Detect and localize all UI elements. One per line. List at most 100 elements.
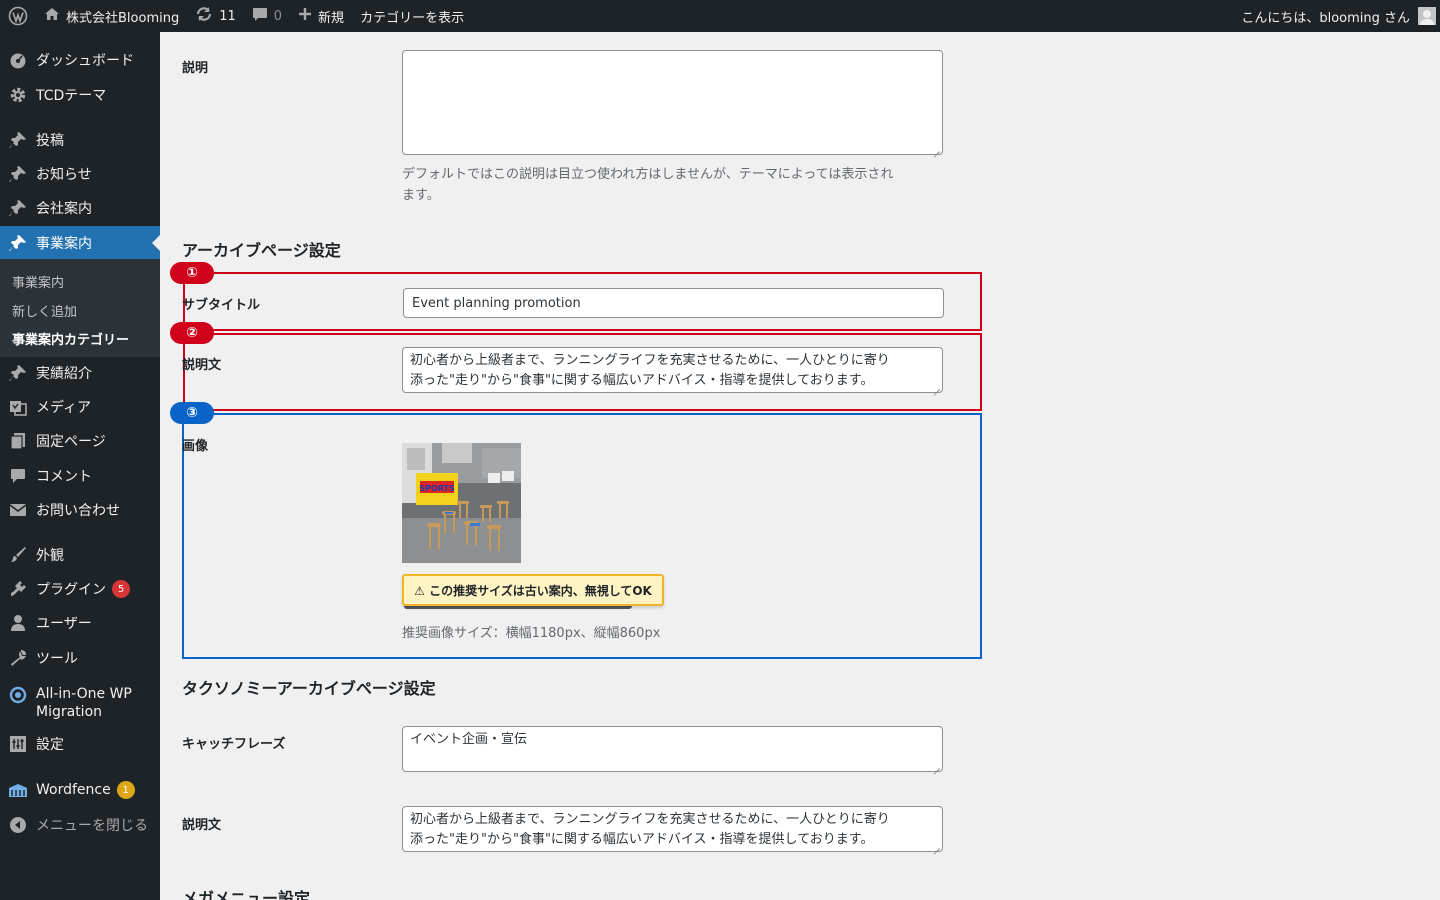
sidebar-item-users[interactable]: ユーザー: [0, 607, 160, 639]
my-account[interactable]: こんにちは、blooming さん: [1241, 0, 1440, 32]
comment-icon: [8, 466, 28, 486]
pin-icon: [8, 233, 28, 253]
new-label: 新規: [318, 10, 345, 26]
sidebar-item-label: ダッシュボード: [36, 53, 134, 69]
sidebar-item-company[interactable]: 会社案内: [0, 192, 160, 224]
business-submenu: 事業案内 新しく追加 事業案内カテゴリー: [0, 259, 160, 357]
wordfence-icon: [8, 780, 28, 800]
description-help-line-1: デフォルトではこの説明は目立つ使われ方はしませんが、テーマによっては表示され: [402, 167, 894, 182]
sidebar-item-tcd-theme[interactable]: TCDテーマ: [0, 79, 160, 111]
subtitle-label: サブタイトル: [182, 298, 261, 313]
sidebar-item-wordfence[interactable]: Wordfence 1: [0, 774, 160, 806]
submenu-item-business-category[interactable]: 事業案内カテゴリー: [12, 329, 129, 348]
view-category-label: カテゴリーを表示: [360, 10, 465, 26]
wrench-icon: [8, 648, 28, 668]
sidebar-item-label: メニューを閉じる: [36, 818, 148, 834]
sidebar-item-label: お問い合わせ: [36, 503, 120, 519]
wordfence-notice-badge: 1: [116, 781, 135, 799]
plus-icon: [298, 7, 312, 25]
sidebar-item-label: 事業案内: [36, 236, 92, 252]
annotation-marker-1: ①: [170, 262, 214, 284]
sidebar-item-label: 投稿: [36, 133, 64, 149]
sidebar-item-posts[interactable]: 投稿: [0, 124, 160, 156]
sidebar-item-label: 実績紹介: [36, 366, 92, 382]
wordpress-logo-icon[interactable]: [0, 0, 36, 32]
annotation-marker-3: ③: [170, 402, 214, 424]
archive-description-line-1: 初心者から上級者まで、ランニングライフを充実させるために、一人ひとりに寄り: [410, 353, 890, 368]
image-label: 画像: [182, 439, 209, 454]
sidebar-item-contact[interactable]: お問い合わせ: [0, 494, 160, 526]
archive-description-textarea[interactable]: 初心者から上級者まで、ランニングライフを充実させるために、一人ひとりに寄り 添っ…: [402, 347, 943, 393]
sidebar-item-label: 設定: [36, 737, 64, 753]
resize-grip-icon[interactable]: [932, 144, 940, 152]
site-name-link[interactable]: 株式会社Blooming: [36, 0, 187, 32]
view-category-link[interactable]: カテゴリーを表示: [352, 0, 472, 32]
subtitle-input[interactable]: Event planning promotion: [403, 288, 944, 318]
dashboard-icon: [8, 50, 28, 70]
mega-menu-section-title: メガメニュー設定: [182, 889, 311, 900]
catchphrase-textarea[interactable]: イベント企画・宣伝: [402, 726, 943, 772]
sidebar-item-label: All-in-One WP Migration: [36, 686, 132, 720]
sidebar-item-works[interactable]: 実績紹介: [0, 357, 160, 389]
taxonomy-section-title: タクソノミーアーカイブページ設定: [182, 679, 436, 698]
sidebar-item-plugins[interactable]: プラグイン 5: [0, 573, 160, 605]
admin-sidebar: ダッシュボード TCDテーマ 投稿 お知らせ 会社案内 事業案内 事業案内 新し…: [0, 32, 160, 900]
catchphrase-label: キャッチフレーズ: [182, 737, 286, 752]
sidebar-item-label: ユーザー: [36, 616, 92, 632]
sidebar-item-all-in-one-wp-migration[interactable]: All-in-One WP Migration: [0, 682, 160, 724]
sidebar-item-appearance[interactable]: 外観: [0, 539, 160, 571]
size-warning-callout: ⚠ この推奨サイズは古い案内、無視してOK: [402, 574, 664, 606]
sidebar-item-news[interactable]: お知らせ: [0, 158, 160, 190]
updates-count: 11: [219, 8, 236, 24]
description-help-line-2: ます。: [402, 188, 440, 203]
taxonomy-description-line-1: 初心者から上級者まで、ランニングライフを充実させるために、一人ひとりに寄り: [410, 812, 890, 827]
sidebar-collapse-menu[interactable]: メニューを閉じる: [0, 809, 160, 841]
admin-bar: 株式会社Blooming 11 0 新規 カテゴリーを表示 こんにちは、bloo…: [0, 0, 1440, 32]
sidebar-item-tools[interactable]: ツール: [0, 642, 160, 674]
archive-section-title: アーカイブページ設定: [182, 241, 341, 260]
subtitle-value: Event planning promotion: [412, 295, 581, 311]
user-icon: [8, 613, 28, 633]
sidebar-item-pages[interactable]: 固定ページ: [0, 425, 160, 457]
pin-icon: [8, 198, 28, 218]
collapse-icon: [8, 815, 28, 835]
gear-icon: [8, 85, 28, 105]
sidebar-item-label: ツール: [36, 651, 78, 667]
sidebar-item-label: TCDテーマ: [36, 88, 107, 104]
annotation-marker-2: ②: [170, 322, 214, 344]
greeting: こんにちは、blooming さん: [1241, 10, 1410, 26]
comments-count: 0: [273, 8, 283, 24]
sidebar-item-label: Wordfence: [36, 782, 111, 798]
mail-icon: [8, 500, 28, 520]
submenu-item-business-list[interactable]: 事業案内: [12, 272, 64, 291]
brush-icon: [8, 545, 28, 565]
updates-link[interactable]: 11: [187, 0, 244, 32]
settings-icon: [8, 734, 28, 754]
image-size-hint: 推奨画像サイズ：横幅1180px、縦幅860px: [402, 626, 661, 641]
resize-grip-icon[interactable]: [932, 841, 940, 849]
category-image-thumbnail[interactable]: SPORTS: [402, 443, 521, 563]
media-icon: [8, 397, 28, 417]
sidebar-item-settings[interactable]: 設定: [0, 728, 160, 760]
archive-description-line-2: 添った"走り"から"食事"に関する幅広いアドバイス・指導を提供しております。: [410, 373, 874, 388]
taxonomy-description-textarea[interactable]: 初心者から上級者まで、ランニングライフを充実させるために、一人ひとりに寄り 添っ…: [402, 806, 943, 852]
resize-grip-icon[interactable]: [932, 382, 940, 390]
sidebar-item-business[interactable]: 事業案内: [0, 226, 160, 260]
description-help-text: デフォルトではこの説明は目立つ使われ方はしませんが、テーマによっては表示され ま…: [402, 164, 942, 206]
submenu-item-add-new[interactable]: 新しく追加: [12, 301, 77, 320]
sidebar-item-dashboard[interactable]: ダッシュボード: [0, 44, 160, 76]
refresh-icon: [195, 6, 213, 26]
resize-grip-icon[interactable]: [932, 761, 940, 769]
comment-icon: [252, 7, 268, 26]
sidebar-item-comments[interactable]: コメント: [0, 460, 160, 492]
catchphrase-value: イベント企画・宣伝: [410, 732, 528, 747]
sidebar-item-media[interactable]: メディア: [0, 391, 160, 423]
plugin-icon: [8, 579, 28, 599]
comments-link[interactable]: 0: [244, 0, 290, 32]
new-content-link[interactable]: 新規: [290, 0, 352, 32]
page-icon: [8, 431, 28, 451]
photo-sign-text: SPORTS: [419, 484, 455, 493]
description-textarea[interactable]: [402, 50, 943, 155]
pin-icon: [8, 164, 28, 184]
pin-icon: [8, 363, 28, 383]
